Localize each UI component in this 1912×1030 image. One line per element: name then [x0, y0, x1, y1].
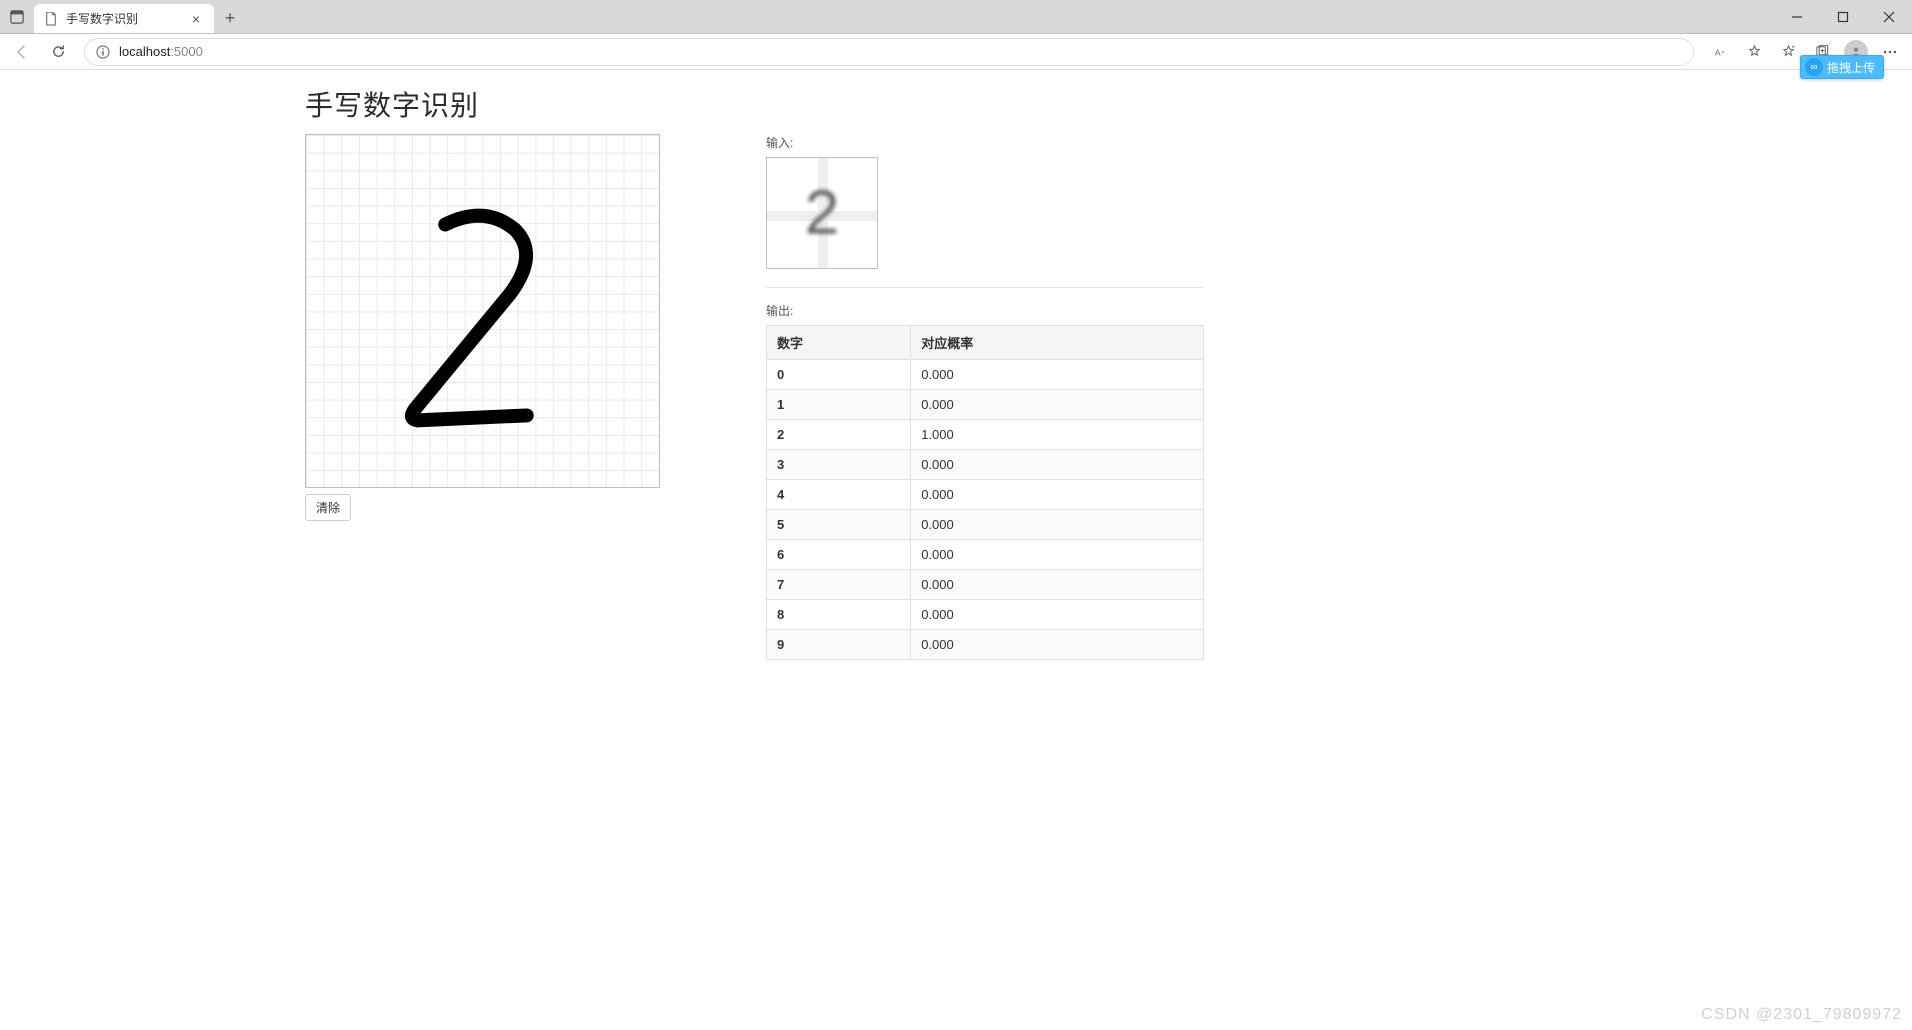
table-cell-prob: 0.000	[911, 600, 1204, 630]
table-row: 10.000	[767, 390, 1204, 420]
table-row: 40.000	[767, 480, 1204, 510]
new-tab-button[interactable]: +	[214, 4, 246, 33]
browser-titlebar: 手写数字识别 × +	[0, 0, 1912, 34]
browser-tab-active[interactable]: 手写数字识别 ×	[34, 4, 214, 33]
url-host: localhost	[119, 44, 170, 59]
table-row: 50.000	[767, 510, 1204, 540]
section-divider	[766, 287, 1204, 288]
browser-app-icon	[0, 0, 34, 33]
watermark: CSDN @2301_79809972	[1701, 1006, 1902, 1024]
table-cell-prob: 0.000	[911, 570, 1204, 600]
browser-toolbar: localhost:5000 A»	[0, 34, 1912, 70]
table-row: 80.000	[767, 600, 1204, 630]
table-cell-digit: 3	[767, 450, 911, 480]
input-preview: 2	[766, 157, 878, 269]
table-row: 70.000	[767, 570, 1204, 600]
url-rest: :5000	[170, 44, 203, 59]
site-info-icon[interactable]	[95, 44, 111, 60]
input-section-label: 输入:	[766, 134, 1204, 151]
table-row: 60.000	[767, 540, 1204, 570]
table-cell-digit: 2	[767, 420, 911, 450]
table-cell-digit: 8	[767, 600, 911, 630]
clear-button[interactable]: 清除	[305, 494, 351, 521]
window-close-button[interactable]	[1866, 0, 1912, 33]
nav-refresh-button[interactable]	[42, 38, 74, 66]
address-url: localhost:5000	[119, 44, 1683, 59]
tab-title: 手写数字识别	[66, 10, 180, 27]
table-cell-digit: 1	[767, 390, 911, 420]
svg-text:»: »	[1721, 49, 1724, 55]
page-content: 手写数字识别 清除 输入: 2 输出:	[0, 70, 1912, 1030]
tab-close-icon[interactable]: ×	[188, 11, 204, 27]
table-header-digit: 数字	[767, 326, 911, 360]
table-cell-prob: 0.000	[911, 630, 1204, 660]
page-icon	[44, 12, 58, 26]
drawn-stroke	[306, 135, 659, 487]
table-row: 21.000	[767, 420, 1204, 450]
table-cell-digit: 0	[767, 360, 911, 390]
table-cell-digit: 4	[767, 480, 911, 510]
star-sparkle-icon[interactable]	[1738, 38, 1770, 66]
table-cell-prob: 0.000	[911, 510, 1204, 540]
table-cell-digit: 9	[767, 630, 911, 660]
table-row: 00.000	[767, 360, 1204, 390]
table-cell-prob: 0.000	[911, 390, 1204, 420]
table-cell-prob: 0.000	[911, 360, 1204, 390]
svg-text:A: A	[1714, 47, 1720, 57]
table-cell-digit: 7	[767, 570, 911, 600]
table-row: 90.000	[767, 630, 1204, 660]
table-row: 30.000	[767, 450, 1204, 480]
output-table: 数字 对应概率 00.00010.00021.00030.00040.00050…	[766, 325, 1204, 660]
table-cell-prob: 1.000	[911, 420, 1204, 450]
preview-digit: 2	[805, 178, 839, 249]
window-controls	[1774, 0, 1912, 33]
table-cell-prob: 0.000	[911, 480, 1204, 510]
drawing-canvas[interactable]	[305, 134, 660, 488]
table-cell-prob: 0.000	[911, 540, 1204, 570]
table-cell-digit: 6	[767, 540, 911, 570]
read-aloud-icon[interactable]: A»	[1704, 38, 1736, 66]
table-header-prob: 对应概率	[911, 326, 1204, 360]
address-bar[interactable]: localhost:5000	[84, 38, 1694, 66]
table-cell-digit: 5	[767, 510, 911, 540]
table-cell-prob: 0.000	[911, 450, 1204, 480]
window-minimize-button[interactable]	[1774, 0, 1820, 33]
output-section-label: 输出:	[766, 302, 1204, 319]
nav-back-button[interactable]	[6, 38, 38, 66]
window-maximize-button[interactable]	[1820, 0, 1866, 33]
page-title: 手写数字识别	[305, 84, 1912, 124]
